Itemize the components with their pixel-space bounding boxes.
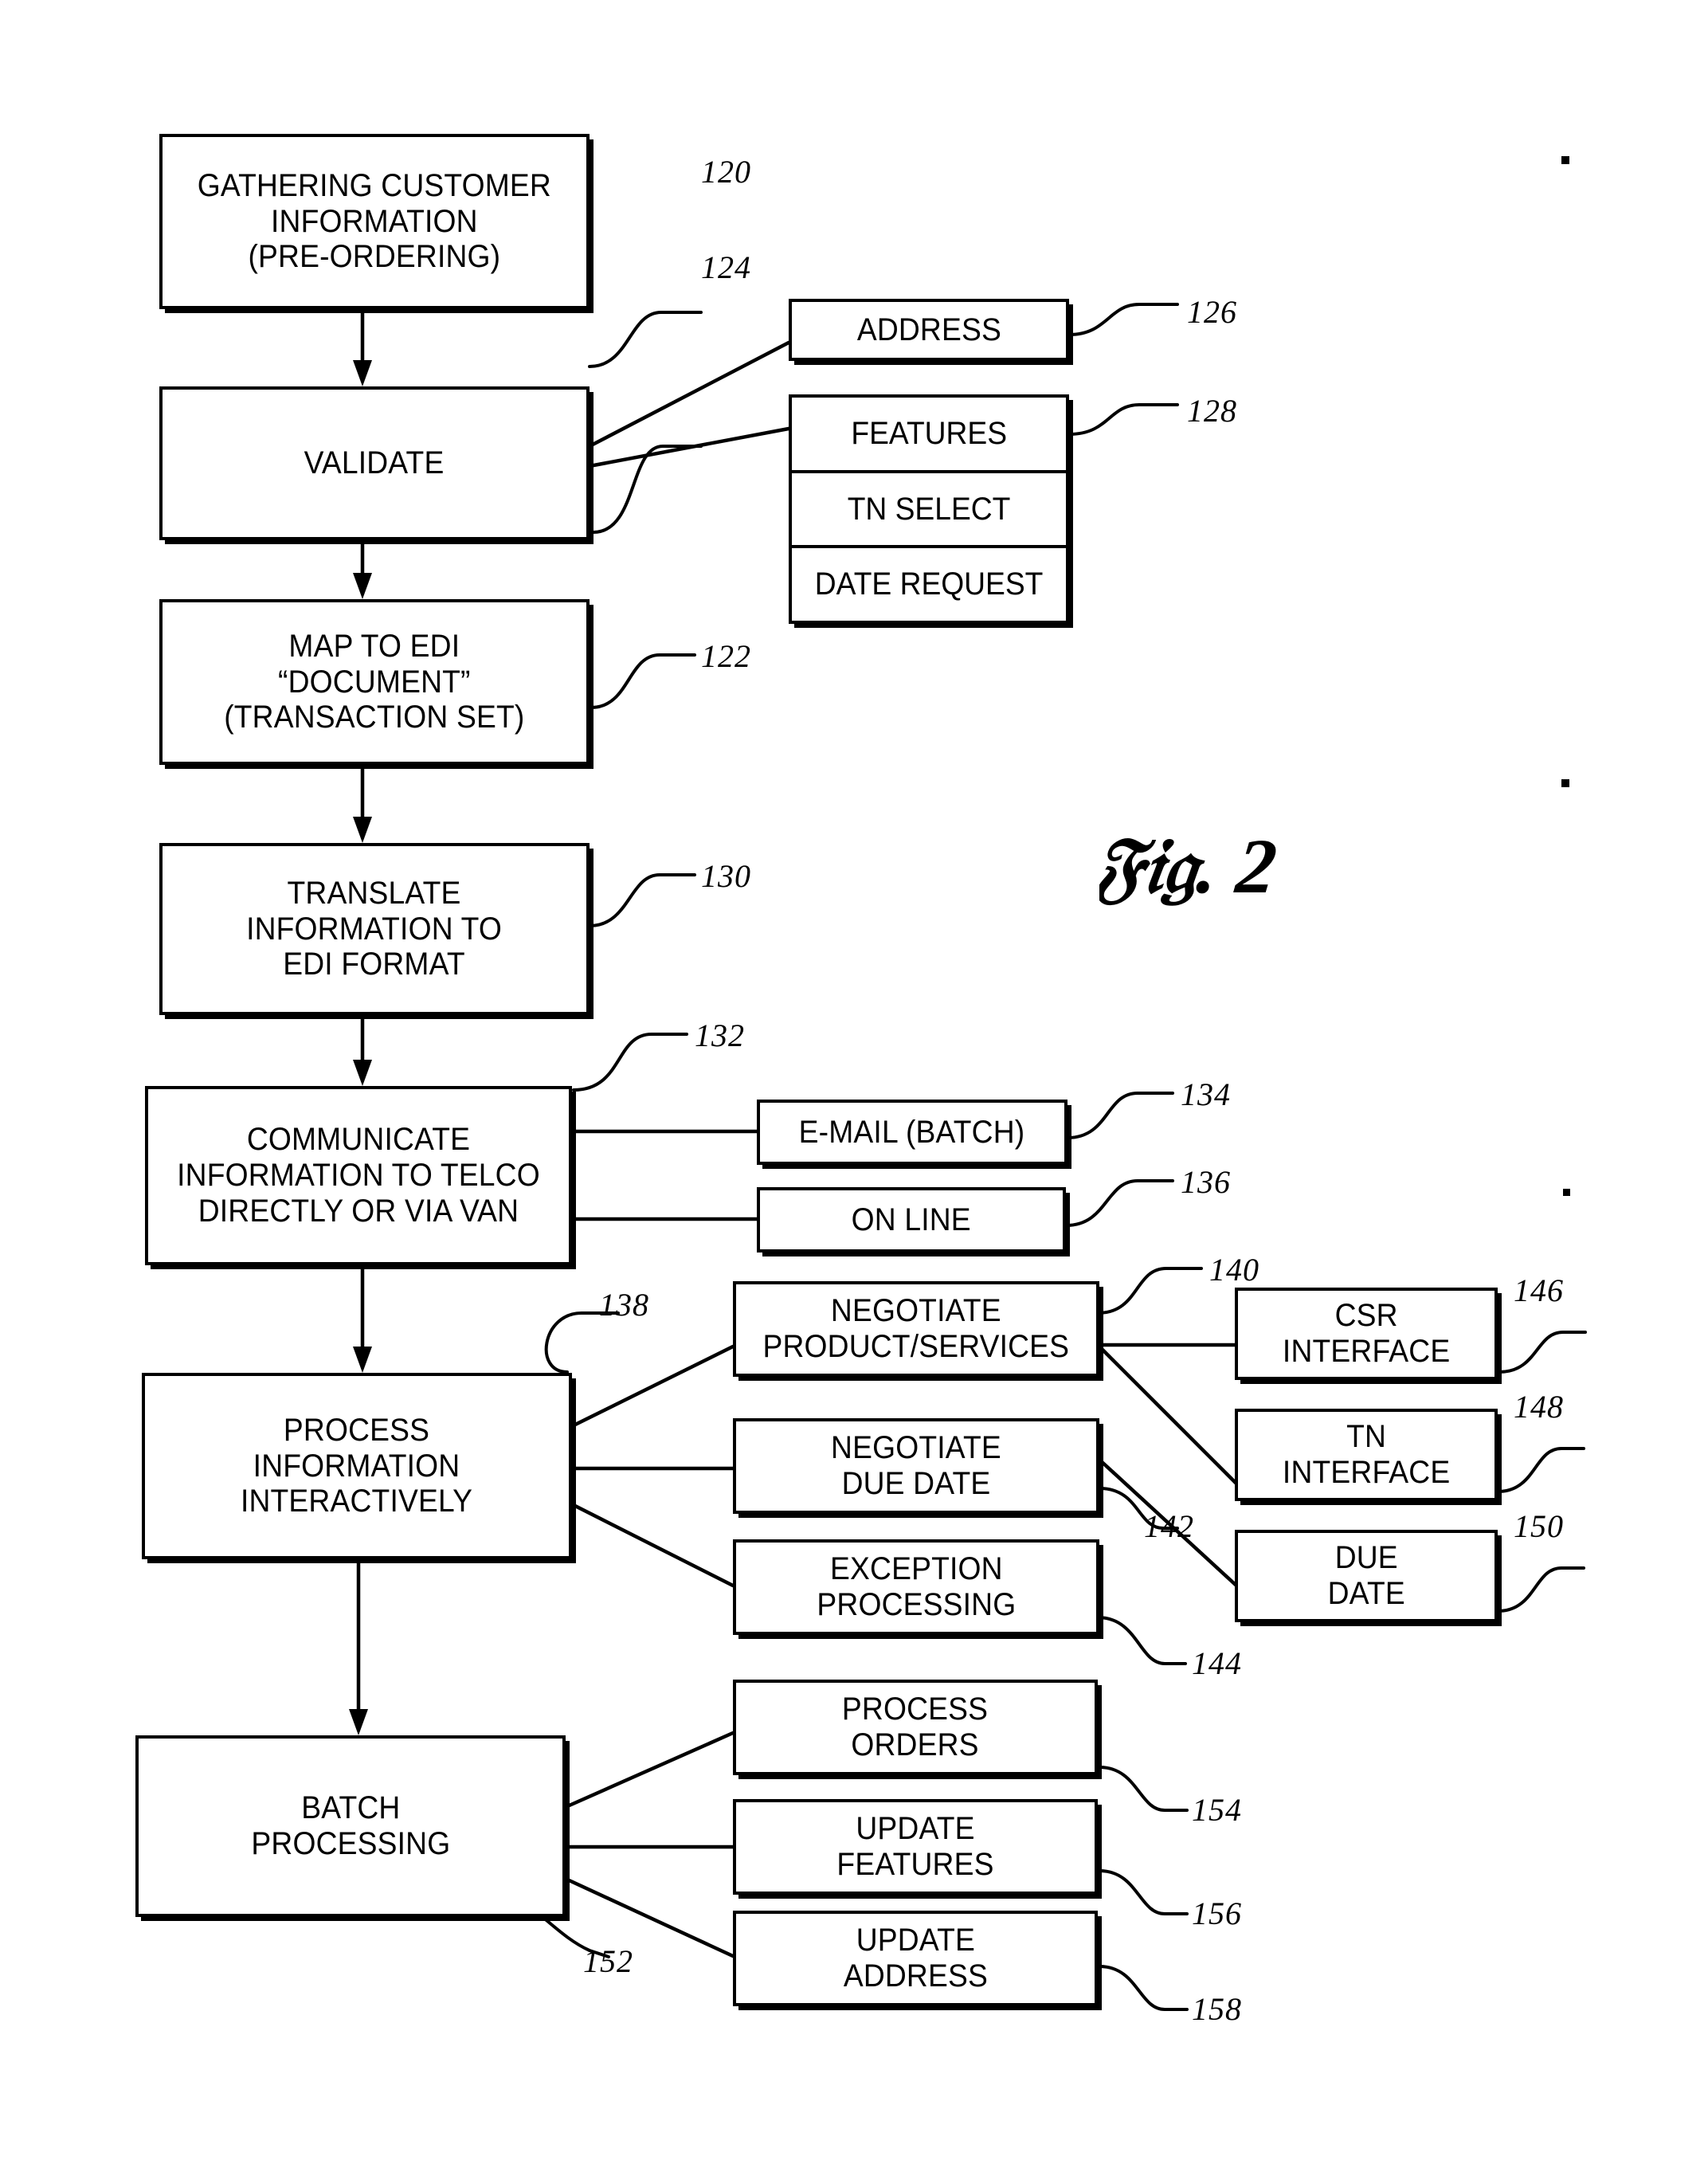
box-process-information-interactively-label: PROCESS INFORMATION INTERACTIVELY xyxy=(241,1412,473,1519)
link-process-to-negotiate-products xyxy=(570,1344,735,1429)
ref-numeral-126: 126 xyxy=(1187,294,1237,330)
ref-numeral-148: 148 xyxy=(1514,1389,1564,1425)
box-process-information-interactively[interactable]: PROCESS INFORMATION INTERACTIVELY xyxy=(142,1373,572,1559)
box-batch-processing-label: BATCH PROCESSING xyxy=(251,1790,450,1861)
box-map-to-edi[interactable]: MAP TO EDI “DOCUMENT” (TRANSACTION SET) xyxy=(159,599,590,765)
ref-numeral-144: 144 xyxy=(1192,1645,1242,1681)
flow-arrow-process-to-batch xyxy=(349,1557,368,1735)
scan-speck-top-right xyxy=(1561,156,1569,164)
box-translate-information[interactable]: TRANSLATE INFORMATION TO EDI FORMAT xyxy=(159,843,590,1015)
box-negotiate-due-date[interactable]: NEGOTIATE DUE DATE xyxy=(733,1418,1099,1514)
box-batch-processing[interactable]: BATCH PROCESSING xyxy=(135,1735,566,1917)
ref-numeral-140: 140 xyxy=(1209,1252,1259,1288)
box-negotiate-product-services-label: NEGOTIATE PRODUCT/SERVICES xyxy=(762,1293,1070,1364)
leader-158 xyxy=(1098,1965,1189,2011)
box-update-address[interactable]: UPDATE ADDRESS xyxy=(733,1911,1098,2006)
ref-numeral-142: 142 xyxy=(1144,1508,1194,1544)
leader-136 xyxy=(1064,1179,1174,1227)
ref-numeral-154: 154 xyxy=(1192,1792,1242,1828)
scan-speck-mid-right xyxy=(1561,779,1569,787)
box-csr-interface-label: CSR INTERFACE xyxy=(1282,1298,1451,1369)
box-update-address-label: UPDATE ADDRESS xyxy=(843,1923,988,1993)
leader-150 xyxy=(1496,1566,1585,1613)
ref-numeral-122: 122 xyxy=(701,638,751,674)
box-communicate-information[interactable]: COMMUNICATE INFORMATION TO TELCO DIRECTL… xyxy=(145,1086,572,1265)
box-address-label: ADDRESS xyxy=(856,312,1001,347)
leader-130 xyxy=(588,873,696,927)
box-exception-processing-label: EXCEPTION PROCESSING xyxy=(817,1551,1016,1622)
box-on-line-label: ON LINE xyxy=(851,1202,972,1237)
box-validate[interactable]: VALIDATE xyxy=(159,386,590,540)
leader-124 xyxy=(592,445,703,534)
ref-numeral-150: 150 xyxy=(1514,1508,1564,1544)
box-process-orders-label: PROCESS ORDERS xyxy=(842,1692,989,1762)
box-tn-interface-label: TN INTERFACE xyxy=(1282,1419,1451,1490)
figure-label-text: 𝔉𝔦𝔤. 2 xyxy=(1099,823,1280,910)
leader-128 xyxy=(1068,403,1179,436)
box-update-features-label: UPDATE FEATURES xyxy=(836,1811,994,1882)
leader-154 xyxy=(1098,1766,1189,1812)
leader-122 xyxy=(590,653,696,709)
ref-numeral-134: 134 xyxy=(1181,1076,1231,1112)
box-process-orders[interactable]: PROCESS ORDERS xyxy=(733,1680,1098,1775)
box-date-request[interactable]: DATE REQUEST xyxy=(792,548,1066,621)
ref-numeral-136: 136 xyxy=(1181,1164,1231,1200)
box-date-request-label: DATE REQUEST xyxy=(814,566,1044,602)
ref-numeral-128: 128 xyxy=(1187,393,1237,429)
box-negotiate-due-date-label: NEGOTIATE DUE DATE xyxy=(831,1430,1001,1501)
flow-arrow-validate-to-map xyxy=(353,538,372,599)
ref-numeral-146: 146 xyxy=(1514,1272,1564,1308)
leader-120 xyxy=(588,311,703,368)
box-gathering-customer-information[interactable]: GATHERING CUSTOMER INFORMATION (PRE-ORDE… xyxy=(159,134,590,309)
leader-134 xyxy=(1066,1092,1174,1139)
flow-arrow-translate-to-communicate xyxy=(353,1013,372,1086)
box-features[interactable]: FEATURES xyxy=(792,398,1066,473)
box-update-features[interactable]: UPDATE FEATURES xyxy=(733,1799,1098,1895)
box-tn-select-label: TN SELECT xyxy=(847,491,1011,527)
leader-146 xyxy=(1498,1331,1587,1374)
box-negotiate-product-services[interactable]: NEGOTIATE PRODUCT/SERVICES xyxy=(733,1281,1099,1377)
flow-arrow-map-to-translate xyxy=(353,762,372,843)
flow-arrow-communicate-to-process xyxy=(353,1263,372,1373)
figure-label: 𝔉𝔦𝔤. 2 xyxy=(1099,813,1362,916)
patent-figure-page: GATHERING CUSTOMER INFORMATION (PRE-ORDE… xyxy=(0,0,1708,2164)
box-tn-select[interactable]: TN SELECT xyxy=(792,473,1066,549)
box-due-date[interactable]: DUE DATE xyxy=(1235,1530,1498,1622)
ref-numeral-152: 152 xyxy=(583,1943,633,1979)
stack-validate-criteria: FEATURES TN SELECT DATE REQUEST xyxy=(789,394,1069,624)
box-gathering-customer-information-label: GATHERING CUSTOMER INFORMATION (PRE-ORDE… xyxy=(197,167,552,275)
link-batch-to-process-orders xyxy=(563,1731,735,1809)
flow-arrow-gathering-to-validate xyxy=(353,307,372,386)
ref-numeral-130: 130 xyxy=(701,858,751,894)
ref-numeral-120: 120 xyxy=(701,154,751,190)
box-due-date-label: DUE DATE xyxy=(1327,1540,1405,1611)
ref-numeral-124: 124 xyxy=(701,249,751,285)
box-on-line[interactable]: ON LINE xyxy=(757,1187,1066,1253)
box-address[interactable]: ADDRESS xyxy=(789,299,1069,361)
ref-numeral-156: 156 xyxy=(1192,1895,1242,1931)
box-email-batch[interactable]: E-MAIL (BATCH) xyxy=(757,1100,1068,1165)
leader-144 xyxy=(1096,1616,1187,1665)
link-process-to-exception xyxy=(570,1502,735,1588)
ref-numeral-138: 138 xyxy=(599,1287,649,1323)
link-negotiate-products-to-tn xyxy=(1097,1344,1239,1486)
box-csr-interface[interactable]: CSR INTERFACE xyxy=(1235,1288,1498,1380)
box-translate-information-label: TRANSLATE INFORMATION TO EDI FORMAT xyxy=(246,875,503,982)
box-tn-interface[interactable]: TN INTERFACE xyxy=(1235,1409,1498,1501)
box-map-to-edi-label: MAP TO EDI “DOCUMENT” (TRANSACTION SET) xyxy=(224,628,525,735)
leader-132 xyxy=(572,1033,688,1092)
scan-speck-lower-right xyxy=(1563,1189,1570,1196)
leader-156 xyxy=(1098,1869,1189,1915)
box-communicate-information-label: COMMUNICATE INFORMATION TO TELCO DIRECTL… xyxy=(177,1122,540,1229)
leader-140 xyxy=(1096,1267,1203,1315)
box-email-batch-label: E-MAIL (BATCH) xyxy=(799,1114,1025,1150)
box-features-label: FEATURES xyxy=(851,415,1007,451)
box-exception-processing[interactable]: EXCEPTION PROCESSING xyxy=(733,1539,1099,1635)
leader-148 xyxy=(1496,1447,1585,1493)
link-validate-to-address xyxy=(587,340,791,449)
box-validate-label: VALIDATE xyxy=(304,445,445,481)
ref-numeral-158: 158 xyxy=(1192,1991,1242,2027)
ref-numeral-132: 132 xyxy=(695,1017,745,1053)
leader-126 xyxy=(1068,303,1179,336)
